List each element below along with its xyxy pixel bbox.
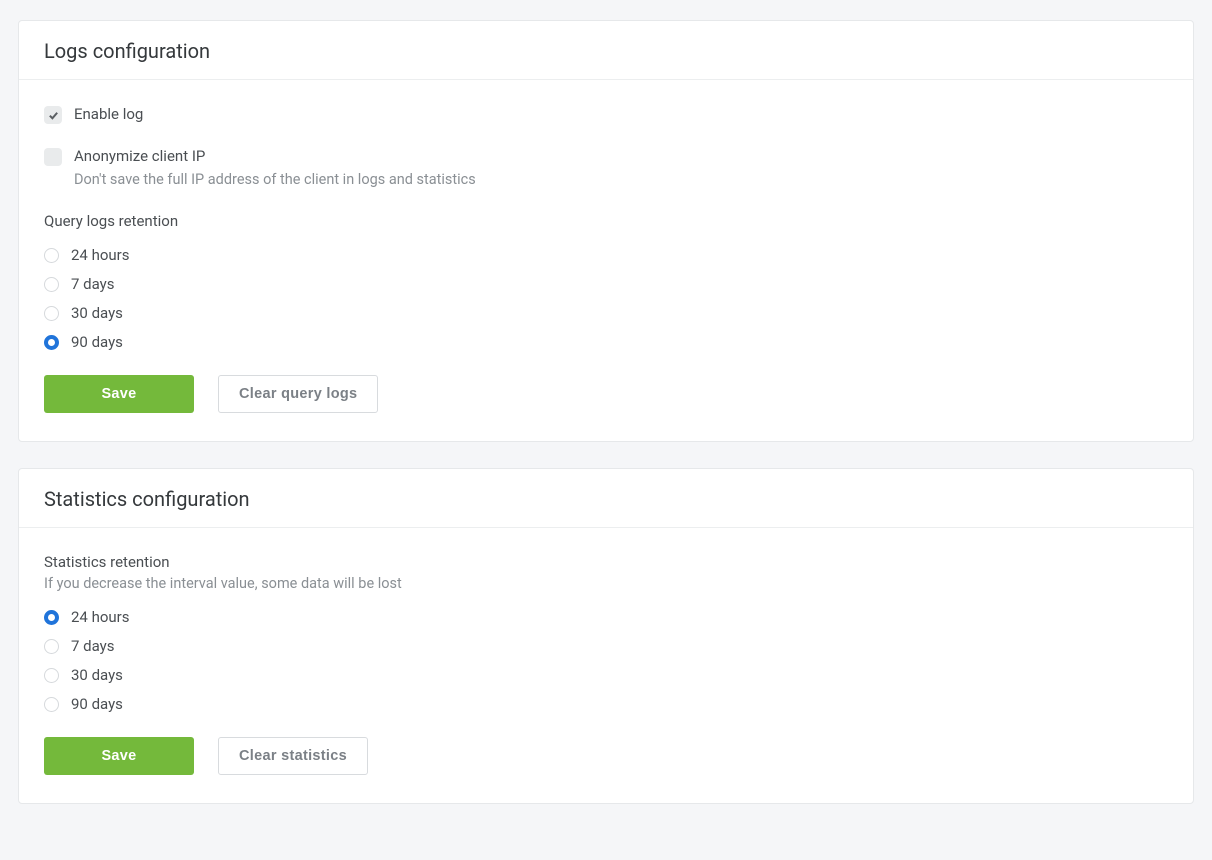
enable-log-text: Enable log [74, 105, 143, 125]
logs-retention-group: 24 hours 7 days 30 days 90 days [44, 246, 1168, 351]
stats-retention-header: Statistics retention If you decrease the… [44, 553, 1168, 592]
radio-icon [44, 639, 59, 654]
logs-retention-option-30d[interactable]: 30 days [44, 304, 1168, 322]
radio-icon [44, 248, 59, 263]
stats-retention-label: Statistics retention [44, 553, 1168, 571]
anonymize-checkbox[interactable] [44, 148, 62, 166]
stats-retention-option-7d[interactable]: 7 days [44, 637, 1168, 655]
radio-label: 7 days [71, 637, 115, 655]
logs-card-header: Logs configuration [19, 21, 1193, 80]
radio-icon [44, 277, 59, 292]
radio-label: 30 days [71, 304, 123, 322]
radio-icon [44, 697, 59, 712]
stats-config-card: Statistics configuration Statistics rete… [18, 468, 1194, 804]
stats-save-button[interactable]: Save [44, 737, 194, 775]
radio-label: 90 days [71, 695, 123, 713]
radio-icon [44, 335, 59, 350]
stats-retention-desc: If you decrease the interval value, some… [44, 575, 1168, 592]
anonymize-desc: Don't save the full IP address of the cl… [74, 170, 476, 190]
enable-log-label: Enable log [74, 105, 143, 125]
radio-label: 7 days [71, 275, 115, 293]
logs-retention-option-7d[interactable]: 7 days [44, 275, 1168, 293]
radio-label: 24 hours [71, 246, 130, 264]
stats-title: Statistics configuration [44, 487, 1168, 511]
radio-icon [44, 668, 59, 683]
logs-card-body: Enable log Anonymize client IP Don't sav… [19, 80, 1193, 441]
radio-icon [44, 610, 59, 625]
logs-button-row: Save Clear query logs [44, 375, 1168, 413]
stats-button-row: Save Clear statistics [44, 737, 1168, 775]
clear-statistics-button[interactable]: Clear statistics [218, 737, 368, 775]
radio-label: 90 days [71, 333, 123, 351]
anonymize-text: Anonymize client IP Don't save the full … [74, 147, 476, 191]
anonymize-label: Anonymize client IP [74, 147, 476, 167]
logs-config-card: Logs configuration Enable log Anonymize … [18, 20, 1194, 442]
logs-retention-label: Query logs retention [44, 212, 1168, 230]
stats-retention-group: 24 hours 7 days 30 days 90 days [44, 608, 1168, 713]
logs-title: Logs configuration [44, 39, 1168, 63]
stats-card-header: Statistics configuration [19, 469, 1193, 528]
enable-log-row[interactable]: Enable log [44, 105, 1168, 125]
clear-query-logs-button[interactable]: Clear query logs [218, 375, 378, 413]
stats-retention-option-30d[interactable]: 30 days [44, 666, 1168, 684]
logs-save-button[interactable]: Save [44, 375, 194, 413]
radio-label: 24 hours [71, 608, 130, 626]
logs-retention-option-24h[interactable]: 24 hours [44, 246, 1168, 264]
logs-retention-option-90d[interactable]: 90 days [44, 333, 1168, 351]
radio-icon [44, 306, 59, 321]
stats-retention-option-24h[interactable]: 24 hours [44, 608, 1168, 626]
stats-card-body: Statistics retention If you decrease the… [19, 528, 1193, 803]
anonymize-row[interactable]: Anonymize client IP Don't save the full … [44, 147, 1168, 191]
radio-label: 30 days [71, 666, 123, 684]
enable-log-checkbox[interactable] [44, 106, 62, 124]
stats-retention-option-90d[interactable]: 90 days [44, 695, 1168, 713]
check-icon [48, 110, 59, 121]
